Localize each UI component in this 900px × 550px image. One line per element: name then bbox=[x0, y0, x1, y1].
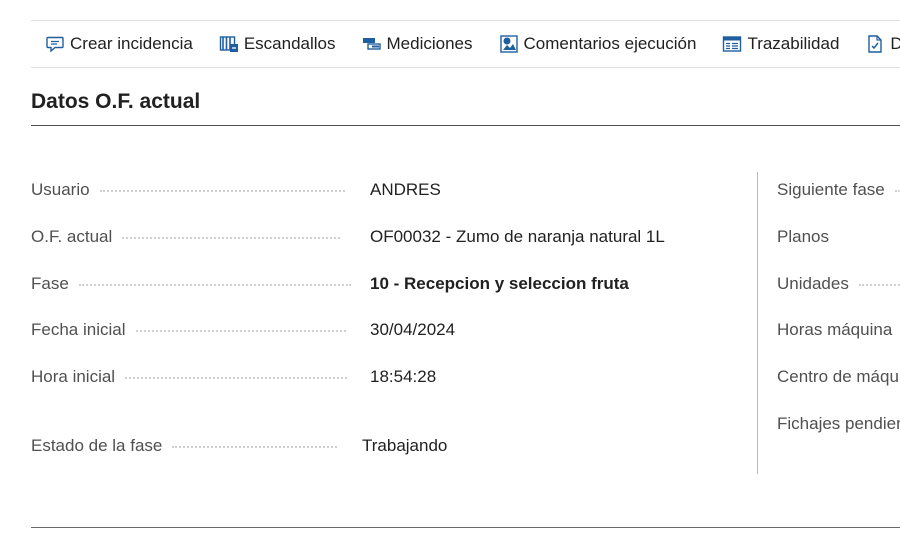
document-check-icon bbox=[865, 34, 885, 54]
document-button[interactable]: D bbox=[865, 34, 900, 54]
field-label: Planos bbox=[777, 227, 829, 246]
column-separator bbox=[757, 172, 758, 474]
field-label: Hora inicial bbox=[31, 367, 116, 386]
traceability-icon bbox=[722, 34, 742, 54]
dotted-leader bbox=[858, 282, 900, 286]
document-label: D bbox=[890, 34, 900, 54]
section-divider bbox=[31, 125, 900, 126]
create-incident-button[interactable]: Crear incidencia bbox=[45, 34, 193, 54]
bill-of-materials-icon bbox=[219, 34, 239, 54]
dotted-leader bbox=[839, 235, 900, 239]
measurements-button[interactable]: Mediciones bbox=[362, 34, 473, 54]
measurements-label: Mediciones bbox=[386, 34, 473, 53]
field-label: Fecha inicial bbox=[31, 320, 126, 339]
execution-comments-button[interactable]: Comentarios ejecución bbox=[499, 34, 697, 54]
bill-of-materials-button[interactable]: Escandallos bbox=[219, 34, 336, 54]
comment-icon bbox=[45, 34, 65, 54]
field-hora-inicial: Hora inicial 18:54:28 bbox=[31, 365, 436, 389]
field-label: Fase bbox=[31, 274, 69, 293]
field-label: O.F. actual bbox=[31, 227, 113, 246]
field-label: Estado de la fase bbox=[31, 436, 163, 455]
field-unidades: Unidades bbox=[777, 272, 900, 296]
bill-of-materials-label: Escandallos bbox=[243, 34, 336, 53]
field-value-hora-inicial[interactable]: 18:54:28 bbox=[370, 365, 436, 389]
field-value-fecha-inicial[interactable]: 30/04/2024 bbox=[370, 318, 455, 342]
traceability-button[interactable]: Trazabilidad bbox=[722, 34, 839, 54]
field-of-actual: O.F. actual OF00032 - Zumo de naranja na… bbox=[31, 225, 665, 249]
field-label: Usuario bbox=[31, 180, 90, 199]
field-label: Siguiente fase bbox=[777, 180, 885, 199]
dotted-leader bbox=[172, 444, 338, 448]
traceability-label: Trazabilidad bbox=[747, 34, 840, 53]
field-horas-maquina: Horas máquina bbox=[777, 318, 900, 342]
field-fase: Fase 10 - Recepcion y seleccion fruta bbox=[31, 272, 629, 296]
field-label: Centro de máquina bbox=[777, 367, 900, 386]
field-usuario: Usuario ANDRES bbox=[31, 178, 441, 202]
measurements-icon bbox=[362, 34, 382, 54]
field-label: Fichajes pendientes bbox=[777, 414, 900, 433]
dotted-leader bbox=[125, 375, 348, 379]
execution-comments-icon bbox=[499, 34, 519, 54]
field-fecha-inicial: Fecha inicial 30/04/2024 bbox=[31, 318, 455, 342]
field-value-estado-fase[interactable]: Trabajando bbox=[362, 434, 447, 458]
field-value-of-actual[interactable]: OF00032 - Zumo de naranja natural 1L bbox=[370, 225, 665, 249]
field-fichajes-pendientes: Fichajes pendientes bbox=[777, 412, 900, 436]
execution-comments-label: Comentarios ejecución bbox=[523, 34, 697, 53]
section-bottom-divider bbox=[31, 527, 900, 528]
dotted-leader bbox=[122, 235, 341, 239]
section-title: Datos O.F. actual bbox=[31, 90, 201, 113]
field-siguiente-fase: Siguiente fase bbox=[777, 178, 900, 202]
field-label: Unidades bbox=[777, 274, 849, 293]
dotted-leader bbox=[99, 188, 345, 192]
create-incident-label: Crear incidencia bbox=[70, 34, 193, 53]
field-planos: Planos bbox=[777, 225, 900, 249]
field-value-usuario[interactable]: ANDRES bbox=[370, 178, 441, 202]
field-estado-fase: Estado de la fase Trabajando bbox=[31, 434, 447, 458]
dotted-leader bbox=[894, 188, 900, 192]
action-toolbar: Crear incidencia Escandallos Mediciones … bbox=[31, 20, 900, 68]
field-value-fase[interactable]: 10 - Recepcion y seleccion fruta bbox=[370, 272, 629, 296]
field-label: Horas máquina bbox=[777, 320, 893, 339]
dotted-leader bbox=[135, 328, 346, 332]
dotted-leader bbox=[78, 282, 351, 286]
field-centro-maquina: Centro de máquina bbox=[777, 365, 900, 389]
